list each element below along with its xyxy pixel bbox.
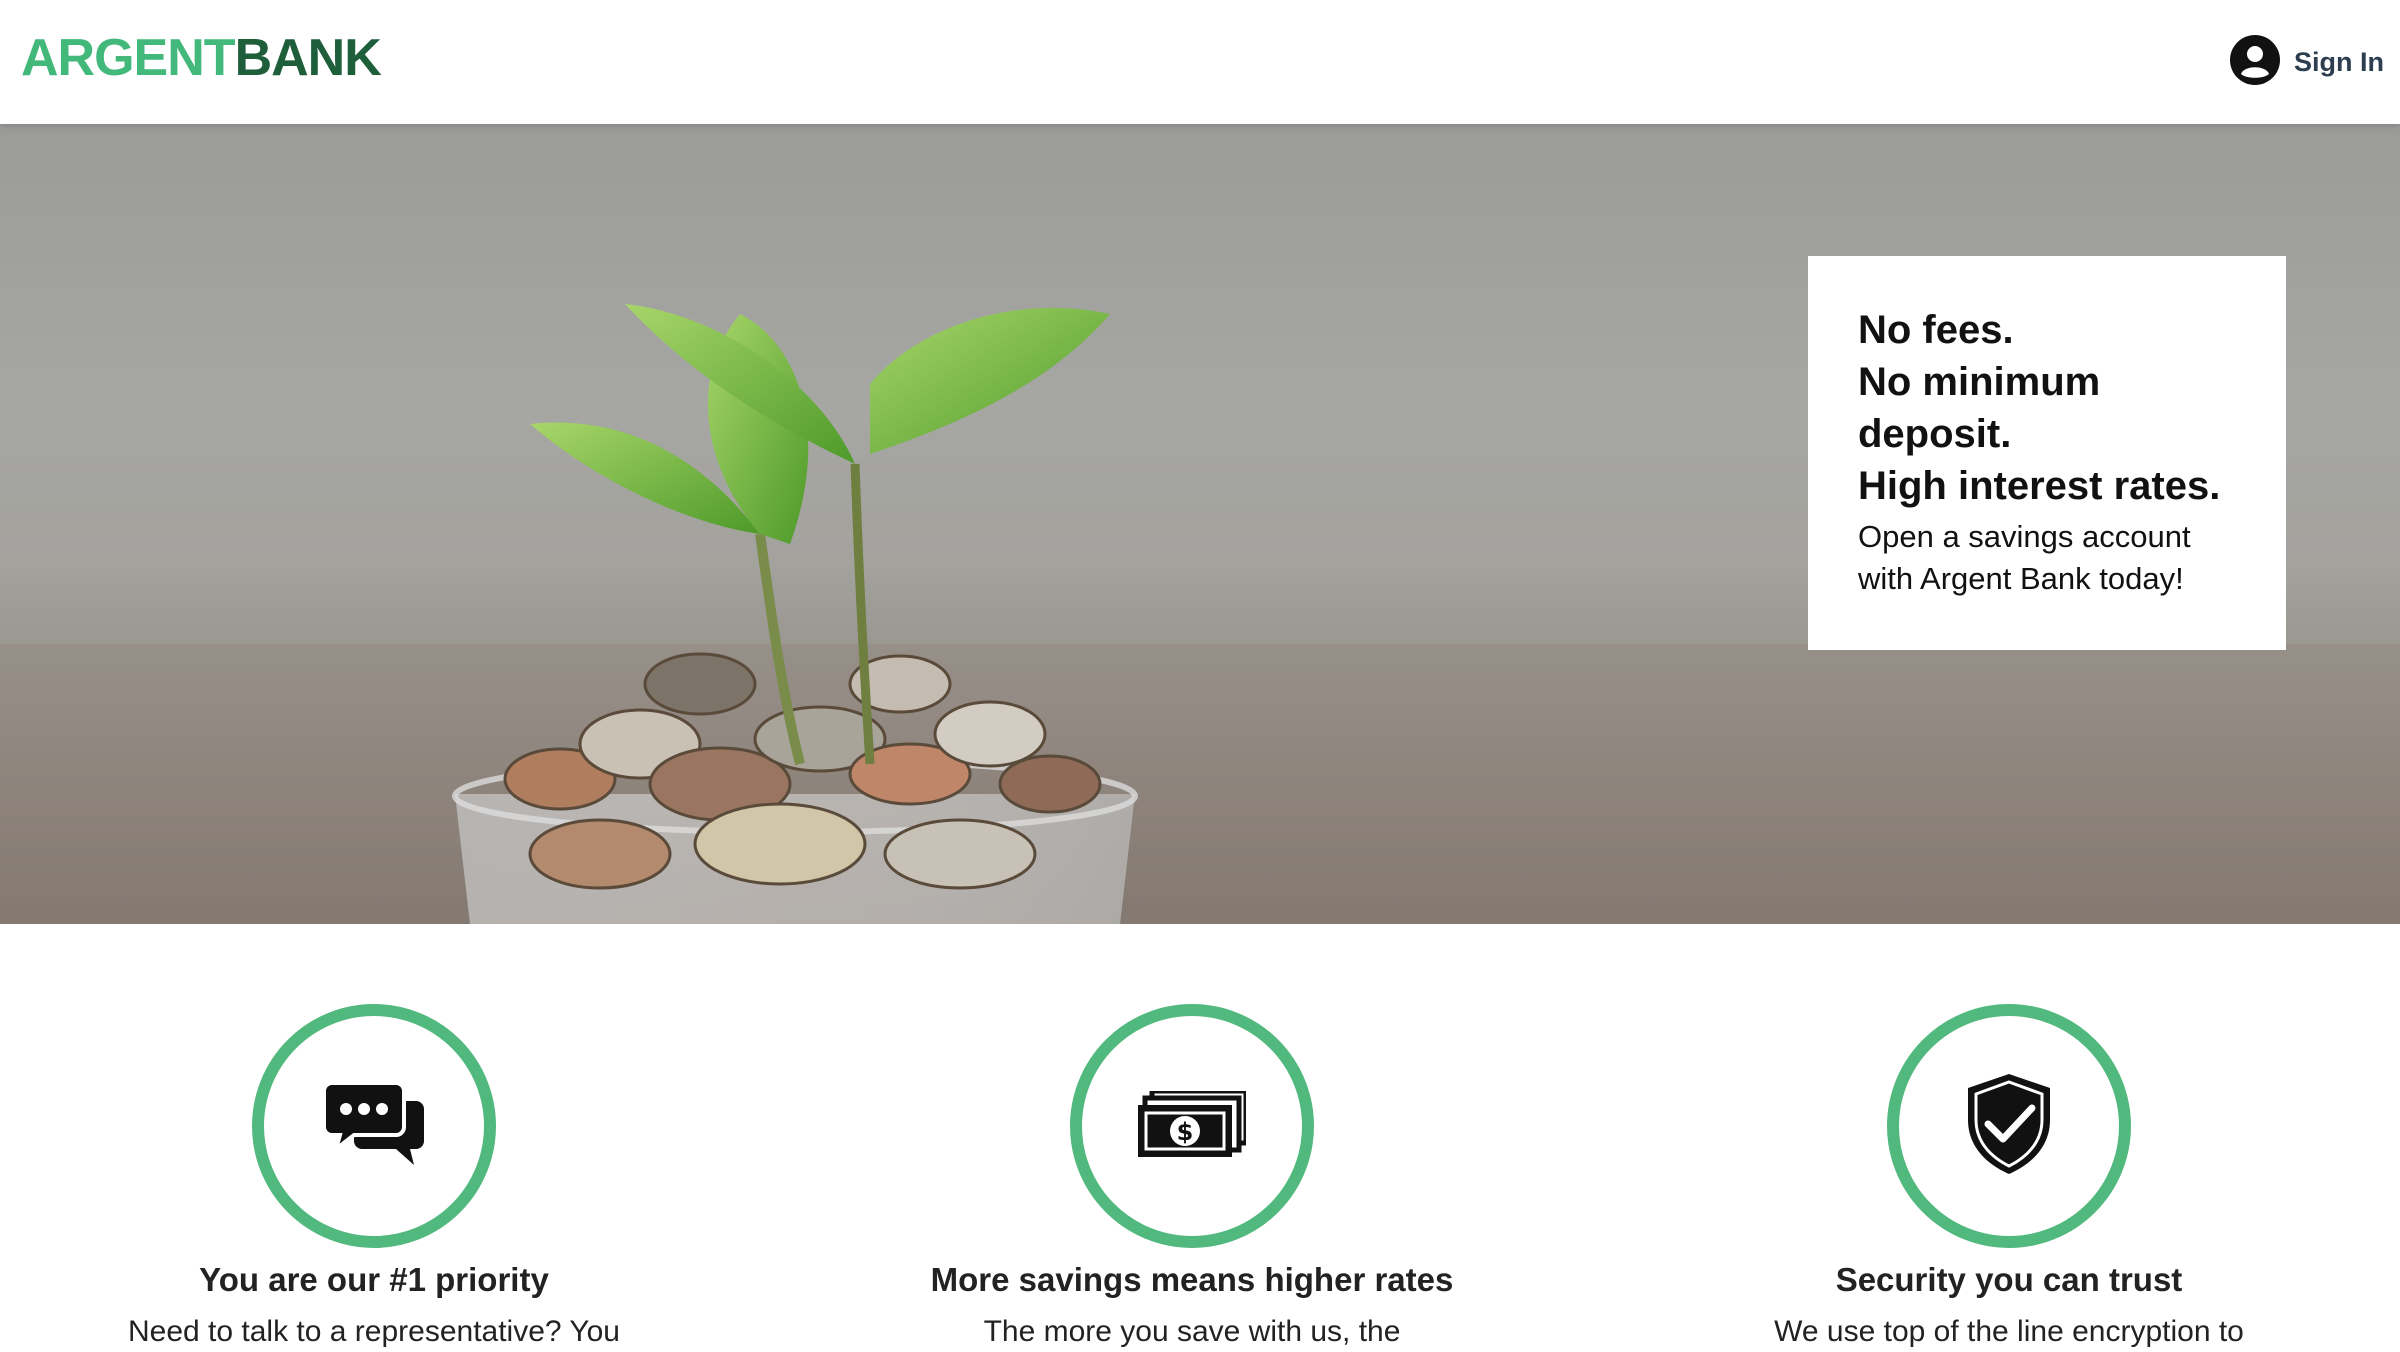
promo-subtitle-high-interest: High interest rates.	[1858, 464, 2221, 508]
feature-title: More savings means higher rates	[930, 1261, 1454, 1298]
feature-title: Security you can trust	[1835, 1261, 2183, 1298]
feature-icon-ring	[1887, 1004, 2131, 1248]
feature-item-priority: You are our #1 priority Need to talk to …	[0, 1004, 774, 1352]
main-nav: ARGENTBANK Sign In	[0, 0, 2400, 124]
feature-icon-ring: $	[1070, 1004, 1314, 1248]
logo-argent: ARGENT	[21, 29, 236, 87]
feature-description: Need to talk to a representative? You	[127, 1315, 620, 1348]
user-circle-icon	[2230, 34, 2280, 90]
sign-in-label: Sign In	[2294, 46, 2384, 77]
chat-icon	[322, 1079, 424, 1174]
money-icon: $	[1138, 1088, 1249, 1162]
feature-description: We use top of the line encryption to	[1774, 1315, 2244, 1348]
logo-bank: BANK	[234, 29, 382, 87]
security-icon	[1964, 1072, 2054, 1181]
promo-subtitle-no-minimum: No minimum deposit.	[1858, 360, 2101, 456]
promo-subtitle-no-fees: No fees.	[1858, 308, 2014, 352]
sign-in-link[interactable]: Sign In	[2230, 34, 2384, 90]
hero-banner: No fees. No minimum deposit. High intere…	[0, 124, 2400, 924]
promo-text: Open a savings account with Argent Bank …	[1858, 519, 2191, 596]
feature-item-security: Security you can trust We use top of the…	[1609, 1004, 2400, 1352]
feature-icon-ring	[252, 1004, 496, 1248]
feature-description: The more you save with us, the	[983, 1315, 1401, 1348]
promo-card: No fees. No minimum deposit. High intere…	[1808, 256, 2286, 650]
feature-title: You are our #1 priority	[199, 1261, 549, 1298]
feature-item-savings: $ More savings means higher rates The mo…	[792, 1004, 1592, 1352]
features-section: You are our #1 priority Need to talk to …	[0, 924, 2400, 1348]
argent-bank-logo[interactable]: ARGENTBANK	[21, 28, 382, 88]
svg-text:$: $	[1177, 1118, 1194, 1146]
